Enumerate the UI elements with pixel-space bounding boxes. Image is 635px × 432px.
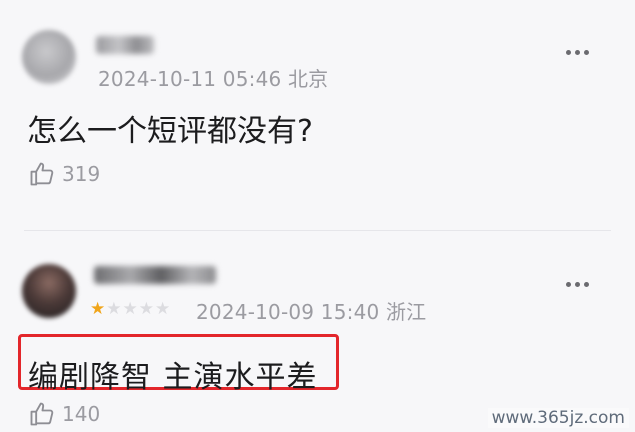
divider [24,230,611,231]
thumbs-up-icon [30,402,54,426]
comment-item: 2024-10-11 05:46 北京 怎么一个短评都没有? 319 [0,0,635,228]
watermark: www.365jz.com [487,408,629,428]
star-empty-icon: ★ [106,299,122,319]
more-options-icon[interactable] [566,282,589,287]
comment-item: ★ ★ ★ ★ ★ 2024-10-09 15:40 浙江 编剧降智 主演水平差… [0,234,635,432]
username-blurred[interactable] [96,36,154,54]
star-empty-icon: ★ [122,299,138,319]
more-options-icon[interactable] [566,50,589,55]
star-empty-icon: ★ [138,299,154,319]
like-button[interactable]: 140 [28,400,100,428]
username-blurred[interactable] [94,266,216,284]
like-count: 319 [62,162,101,186]
star-filled-icon: ★ [90,299,106,319]
comment-text: 编剧降智 主演水平差 [28,360,318,395]
avatar[interactable] [22,264,76,318]
comment-meta: 2024-10-11 05:46 北京 [98,67,329,91]
star-empty-icon: ★ [155,299,171,319]
like-button[interactable]: 319 [28,160,100,188]
comment-text: 怎么一个短评都没有? [27,114,313,149]
thumbs-up-icon [30,162,54,186]
like-count: 140 [62,402,101,426]
comment-meta: 2024-10-09 15:40 浙江 [196,300,427,324]
star-rating: ★ ★ ★ ★ ★ [90,300,170,318]
avatar[interactable] [22,30,76,84]
